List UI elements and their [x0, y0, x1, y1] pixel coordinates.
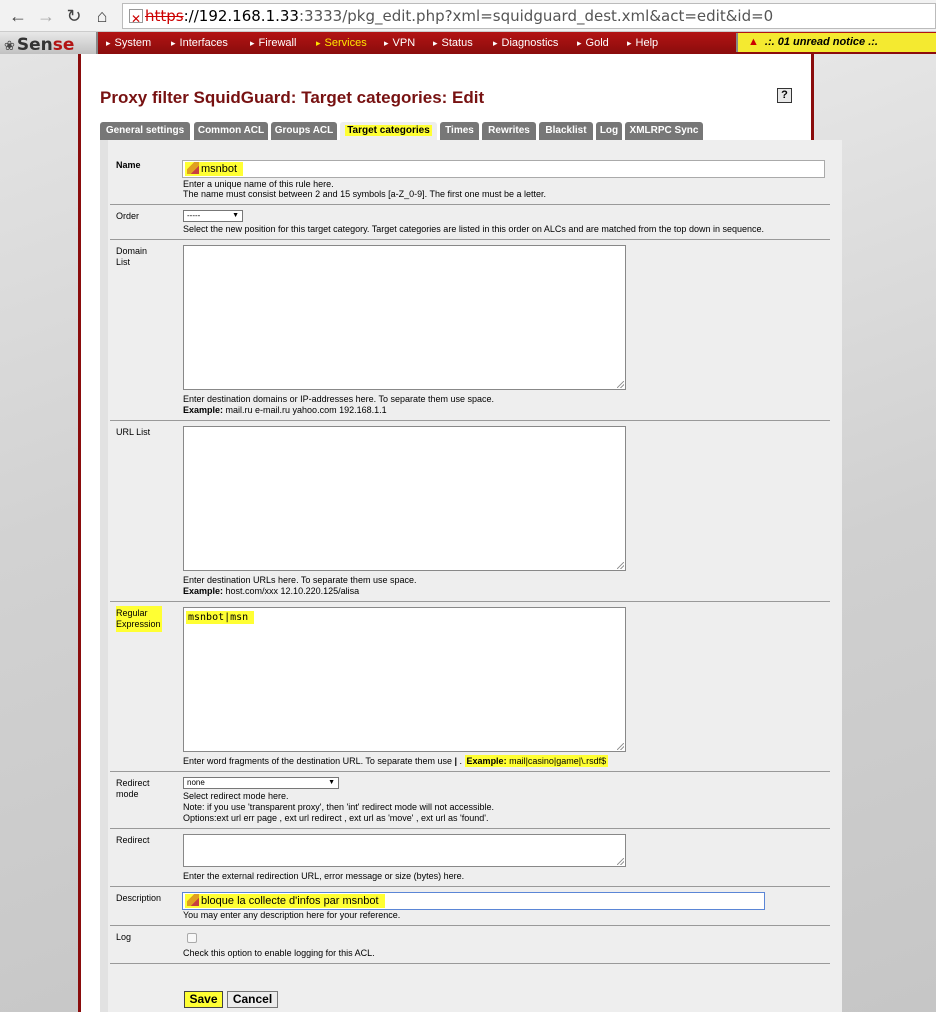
name-help-2: The name must consist between 2 and 15 s…	[183, 189, 547, 199]
row-separator	[110, 828, 830, 829]
browser-toolbar: ← → ↻ ⌂ https://192.168.1.33:3333/pkg_ed…	[0, 0, 936, 32]
background-left	[0, 54, 78, 1012]
menu-help[interactable]: Help	[627, 35, 659, 51]
url-list-label: URL List	[116, 427, 151, 437]
log-label: Log	[116, 932, 132, 942]
order-label: Order	[116, 211, 140, 221]
domain-list-label-2: List	[116, 257, 131, 267]
menu-firewall[interactable]: Firewall	[250, 35, 297, 51]
tab-common-acl[interactable]: Common ACL	[194, 122, 268, 140]
forward-arrow-icon[interactable]: →	[34, 4, 58, 28]
warning-icon: ▲	[748, 36, 759, 48]
redirect-help: Enter the external redirection URL, erro…	[183, 871, 465, 881]
menu-services[interactable]: Services	[316, 35, 367, 51]
domain-list-help: Enter destination domains or IP-addresse…	[183, 394, 495, 404]
row-separator	[110, 204, 830, 205]
regex-value: msnbot|msn	[186, 611, 255, 624]
row-separator	[110, 925, 830, 926]
reload-icon[interactable]: ↻	[62, 4, 86, 28]
row-separator	[110, 771, 830, 772]
tab-log[interactable]: Log	[596, 122, 622, 140]
back-arrow-icon[interactable]: ←	[6, 4, 30, 28]
regex-help: Enter word fragments of the destination …	[183, 755, 609, 767]
description-value: bloque la collecte d'infos par msnbot	[201, 895, 379, 907]
redirect-mode-label-1: Redirect	[116, 778, 150, 788]
cancel-button[interactable]: Cancel	[227, 991, 278, 1008]
redirect-mode-help-2: Note: if you use 'transparent proxy', th…	[183, 802, 495, 812]
tab-xmlrpc-sync[interactable]: XMLRPC Sync	[625, 122, 703, 140]
help-icon[interactable]: ?	[777, 88, 792, 103]
page-title: Proxy filter SquidGuard: Target categori…	[100, 88, 485, 107]
paw-icon: ❀	[4, 39, 15, 54]
tab-times[interactable]: Times	[440, 122, 479, 140]
row-separator	[110, 886, 830, 887]
tab-blacklist[interactable]: Blacklist	[539, 122, 593, 140]
domain-list-textarea[interactable]	[183, 245, 626, 390]
regex-textarea[interactable]: msnbot|msn	[183, 607, 626, 752]
tab-groups-acl[interactable]: Groups ACL	[271, 122, 337, 140]
redirect-mode-label-2: mode	[116, 789, 139, 799]
home-icon[interactable]: ⌂	[90, 4, 114, 28]
url-host: ://192.168.1.33	[183, 7, 299, 25]
url-list-textarea[interactable]	[183, 426, 626, 571]
save-button[interactable]: Save	[184, 991, 223, 1008]
name-input[interactable]: msnbot	[182, 160, 825, 178]
order-select[interactable]: -----	[183, 210, 243, 222]
redirect-label: Redirect	[116, 835, 150, 845]
menu-status[interactable]: Status	[433, 35, 473, 51]
menu-system[interactable]: System	[106, 35, 152, 51]
row-separator	[110, 239, 830, 240]
row-separator	[110, 601, 830, 602]
log-help: Check this option to enable logging for …	[183, 948, 375, 958]
menu-gold[interactable]: Gold	[577, 35, 609, 51]
url-path: :3333/pkg_edit.php?xml=squidguard_dest.x…	[298, 7, 774, 25]
url-list-example: Example: host.com/xxx 12.10.220.125/alis…	[183, 586, 360, 596]
row-separator	[110, 420, 830, 421]
unread-notice-bar[interactable]: ▲ .:. 01 unread notice .:.	[736, 33, 936, 52]
name-label: Name	[116, 160, 141, 170]
redirect-mode-help-3: Options:ext url err page , ext url redir…	[183, 813, 489, 823]
description-help: You may enter any description here for y…	[183, 910, 401, 920]
order-help: Select the new position for this target …	[183, 224, 764, 234]
description-label: Description	[116, 893, 162, 903]
notice-text: .:. 01 unread notice .:.	[764, 36, 878, 48]
menu-diagnostics[interactable]: Diagnostics	[493, 35, 559, 51]
redirect-mode-select[interactable]: none	[183, 777, 339, 789]
address-bar[interactable]: https://192.168.1.33:3333/pkg_edit.php?x…	[122, 3, 936, 29]
pencil-icon	[187, 894, 199, 906]
tab-target-categories[interactable]: Target categories	[340, 122, 437, 140]
log-checkbox[interactable]	[187, 933, 197, 943]
insecure-lock-icon[interactable]	[129, 7, 143, 28]
domain-list-example: Example: mail.ru e-mail.ru yahoo.com 192…	[183, 405, 387, 415]
name-value: msnbot	[201, 163, 238, 175]
panel-edge	[100, 140, 108, 1012]
redirect-mode-help-1: Select redirect mode here.	[183, 791, 289, 801]
tab-general-settings[interactable]: General settings	[100, 122, 190, 140]
row-separator	[110, 963, 830, 964]
redirect-textarea[interactable]	[183, 834, 626, 867]
pencil-icon	[187, 162, 199, 174]
menu-vpn[interactable]: VPN	[384, 35, 416, 51]
url-list-help: Enter destination URLs here. To separate…	[183, 575, 417, 585]
menu-interfaces[interactable]: Interfaces	[171, 35, 228, 51]
regex-label: Regular Expression	[116, 606, 162, 632]
url-scheme: https	[145, 7, 184, 25]
tab-rewrites[interactable]: Rewrites	[482, 122, 536, 140]
description-input[interactable]: bloque la collecte d'infos par msnbot	[182, 892, 765, 910]
domain-list-label-1: Domain	[116, 246, 148, 256]
